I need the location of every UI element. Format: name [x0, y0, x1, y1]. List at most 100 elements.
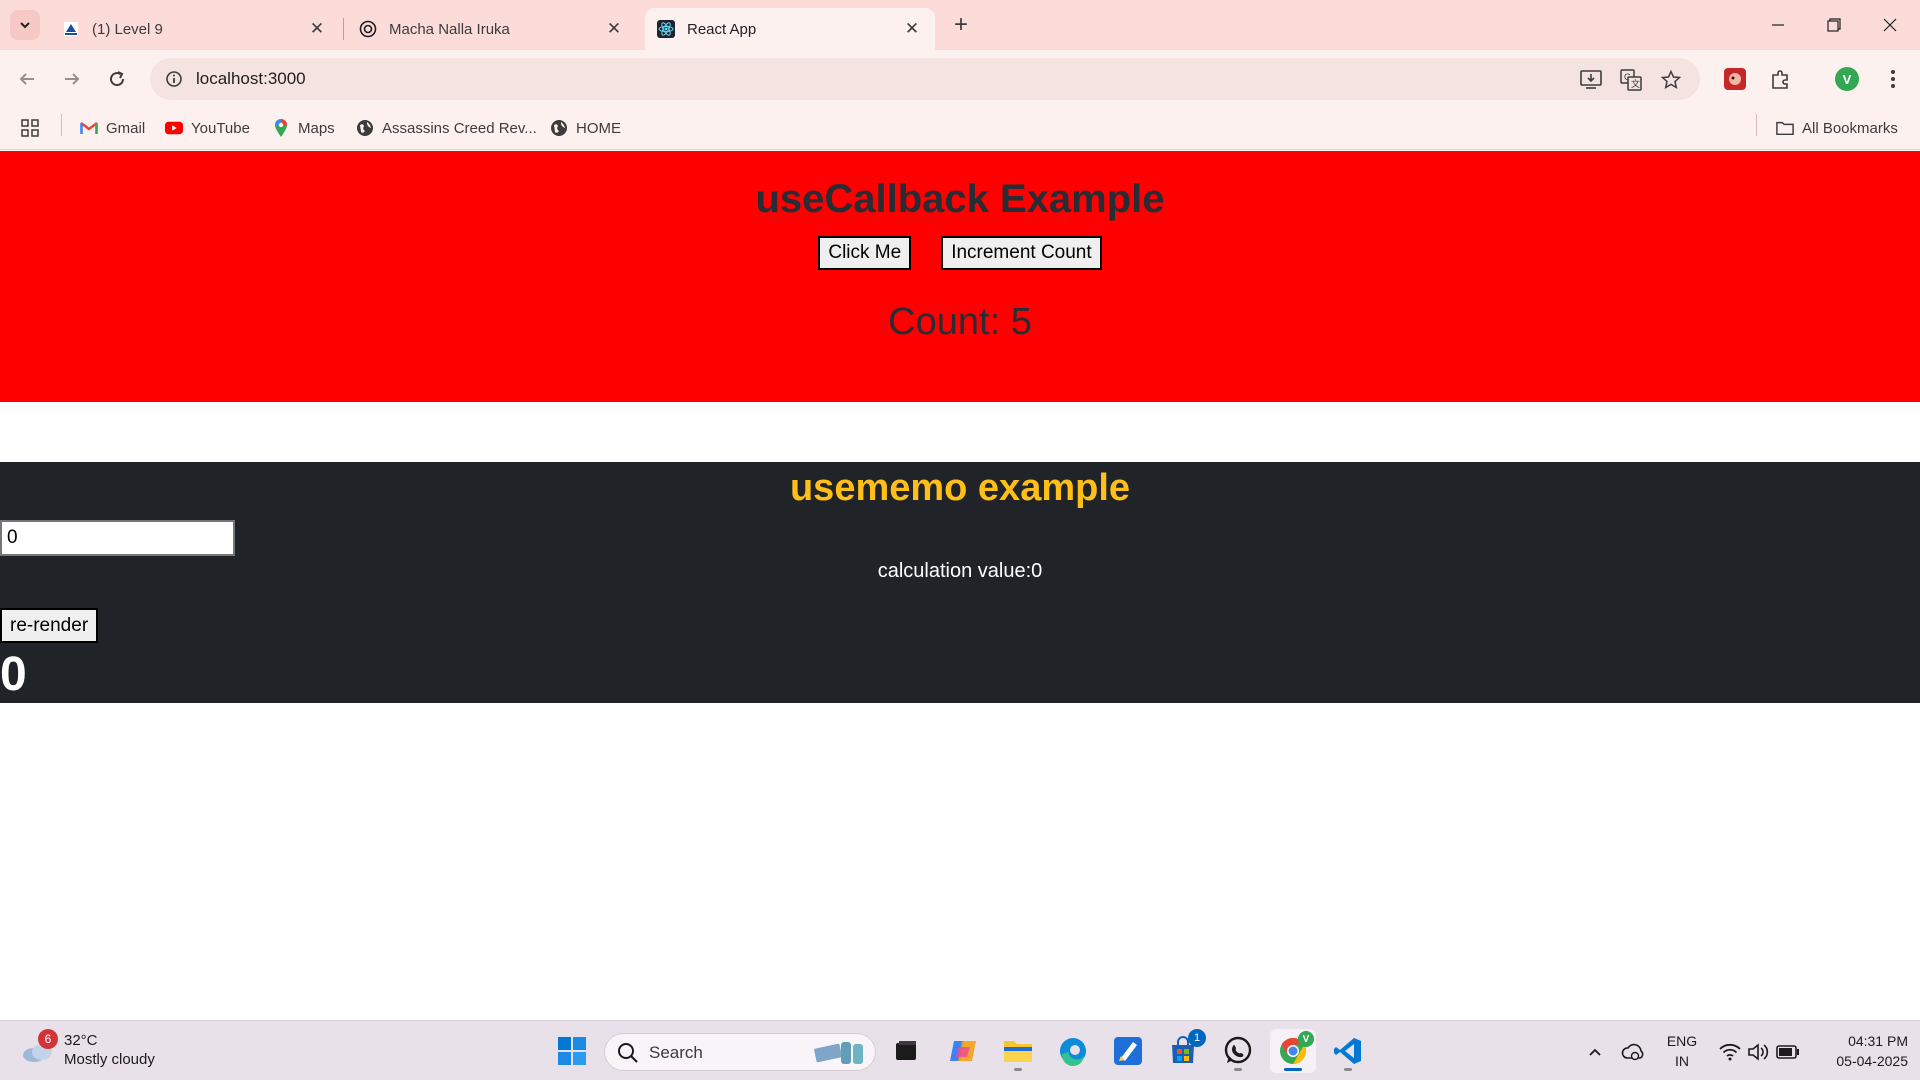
tab-title: (1) Level 9	[92, 20, 163, 38]
bookmark-label: HOME	[576, 119, 621, 137]
paint-app-icon	[1114, 1037, 1142, 1065]
address-bar[interactable]: localhost:3000 G文	[150, 58, 1700, 100]
show-hidden-icons-button[interactable]	[1580, 1035, 1610, 1069]
minimize-icon	[1772, 24, 1784, 26]
battery-button[interactable]	[1774, 1035, 1802, 1069]
task-view-button[interactable]	[883, 1029, 929, 1073]
url-text[interactable]: localhost:3000	[196, 69, 306, 89]
taskbar-search[interactable]: Search	[604, 1033, 876, 1071]
close-icon[interactable]: ✕	[306, 18, 328, 40]
battery-icon	[1776, 1045, 1799, 1059]
language-indicator[interactable]: ENG IN	[1660, 1031, 1704, 1071]
button-row: Click Me Increment Count	[0, 236, 1920, 270]
start-button[interactable]	[549, 1029, 595, 1073]
svg-text:文: 文	[1631, 78, 1640, 89]
reload-button[interactable]	[100, 62, 134, 96]
tab-title: React App	[687, 20, 757, 38]
menu-button[interactable]	[1876, 62, 1910, 96]
site-info-icon[interactable]	[160, 65, 188, 93]
chevron-down-icon	[20, 22, 30, 29]
install-app-icon[interactable]	[1578, 67, 1604, 93]
weather-temperature: 32°C	[64, 1032, 98, 1049]
system-clock[interactable]: 04:31 PM 05-04-2025	[1808, 1031, 1908, 1071]
restore-button[interactable]	[1806, 0, 1862, 50]
store-button[interactable]: 1	[1160, 1029, 1206, 1073]
close-icon[interactable]: ✕	[603, 18, 625, 40]
bookmark-home[interactable]: HOME	[550, 113, 621, 143]
profile-button[interactable]: V	[1830, 62, 1864, 96]
calculation-value: calculation value:0	[877, 560, 1043, 582]
all-bookmarks-button[interactable]: All Bookmarks	[1776, 113, 1898, 143]
weather-widget[interactable]: 6 32°C Mostly cloudy	[20, 1029, 180, 1073]
volume-button[interactable]	[1744, 1035, 1772, 1069]
weather-alert-badge: 6	[38, 1029, 58, 1049]
forward-button[interactable]	[55, 62, 89, 96]
region-code: IN	[1675, 1053, 1689, 1069]
new-tab-button[interactable]: +	[946, 10, 976, 40]
bookmark-label: Assassins Creed Rev...	[382, 119, 537, 137]
bookmark-gmail[interactable]: Gmail	[80, 113, 145, 143]
wifi-button[interactable]	[1716, 1035, 1744, 1069]
tab-macha-nalla-iruka[interactable]: Macha Nalla Iruka ✕	[347, 8, 637, 50]
running-indicator	[1234, 1068, 1242, 1071]
bookmark-youtube[interactable]: YouTube	[165, 113, 250, 143]
usecallback-title: useCallback Example	[755, 177, 1165, 221]
folder-icon	[1004, 1041, 1032, 1062]
tab-react-app[interactable]: React App ✕	[645, 8, 935, 50]
wifi-icon	[1719, 1043, 1741, 1061]
increment-count-button[interactable]: Increment Count	[941, 236, 1102, 270]
whatsapp-button[interactable]	[1215, 1029, 1261, 1073]
close-icon	[1883, 18, 1897, 32]
re-render-button[interactable]: re-render	[0, 608, 99, 643]
tab-separator	[343, 18, 344, 40]
editor-app-button[interactable]	[1105, 1029, 1151, 1073]
kebab-menu-icon	[1891, 70, 1895, 88]
close-icon[interactable]: ✕	[901, 18, 923, 40]
copilot-button[interactable]	[940, 1029, 986, 1073]
bookmark-label: YouTube	[191, 119, 250, 137]
close-window-button[interactable]	[1862, 0, 1918, 50]
number-input[interactable]	[0, 520, 235, 556]
onedrive-tray-button[interactable]	[1618, 1035, 1648, 1069]
minimize-button[interactable]	[1750, 0, 1806, 50]
clock-date: 05-04-2025	[1836, 1053, 1908, 1069]
browser-toolbar: localhost:3000 G文 V	[0, 50, 1920, 107]
windows-logo-icon	[558, 1037, 586, 1065]
chrome-button[interactable]: V	[1270, 1029, 1316, 1073]
search-icon	[618, 1043, 638, 1063]
bookmark-maps[interactable]: Maps	[272, 113, 335, 143]
translate-icon[interactable]: G文	[1618, 67, 1644, 93]
extensions-puzzle-icon[interactable]	[1764, 62, 1798, 96]
globe-icon	[356, 119, 374, 137]
apps-grid-icon	[21, 119, 39, 137]
folder-icon	[1776, 119, 1794, 137]
usememo-title: usememo example	[789, 467, 1131, 509]
bookmark-label: All Bookmarks	[1802, 119, 1898, 137]
tab-search-button[interactable]	[10, 10, 40, 40]
bookmark-label: Gmail	[106, 119, 146, 137]
active-indicator	[1284, 1068, 1302, 1071]
store-notification-badge: 1	[1188, 1029, 1206, 1047]
plus-icon: +	[953, 11, 968, 38]
bookmark-assassins-creed[interactable]: Assassins Creed Rev...	[356, 113, 537, 143]
search-highlight-icon	[814, 1042, 863, 1064]
bookmarks-divider	[1756, 114, 1757, 136]
render-counter: 0	[0, 648, 27, 701]
click-me-button[interactable]: Click Me	[818, 236, 912, 270]
running-indicator	[1344, 1068, 1352, 1071]
page-viewport: useCallback Example Click Me Increment C…	[0, 151, 1920, 1020]
weather-description: Mostly cloudy	[64, 1051, 155, 1068]
vscode-button[interactable]	[1325, 1029, 1371, 1073]
back-button[interactable]	[10, 62, 44, 96]
edge-button[interactable]	[1050, 1029, 1096, 1073]
windows-taskbar: 6 32°C Mostly cloudy Search 1 V ENG IN 0…	[0, 1020, 1920, 1080]
bookmark-star-icon[interactable]	[1658, 67, 1684, 93]
bookmarks-bar: Gmail YouTube Maps Assassins Creed Rev..…	[0, 107, 1920, 150]
copilot-icon	[950, 1041, 976, 1061]
speaker-icon	[1748, 1043, 1769, 1061]
extension-icon[interactable]	[1718, 62, 1752, 96]
apps-button[interactable]	[20, 113, 40, 143]
task-view-icon	[896, 1041, 916, 1060]
tab-level-9[interactable]: (1) Level 9 ✕	[50, 8, 340, 50]
file-explorer-button[interactable]	[995, 1029, 1041, 1073]
